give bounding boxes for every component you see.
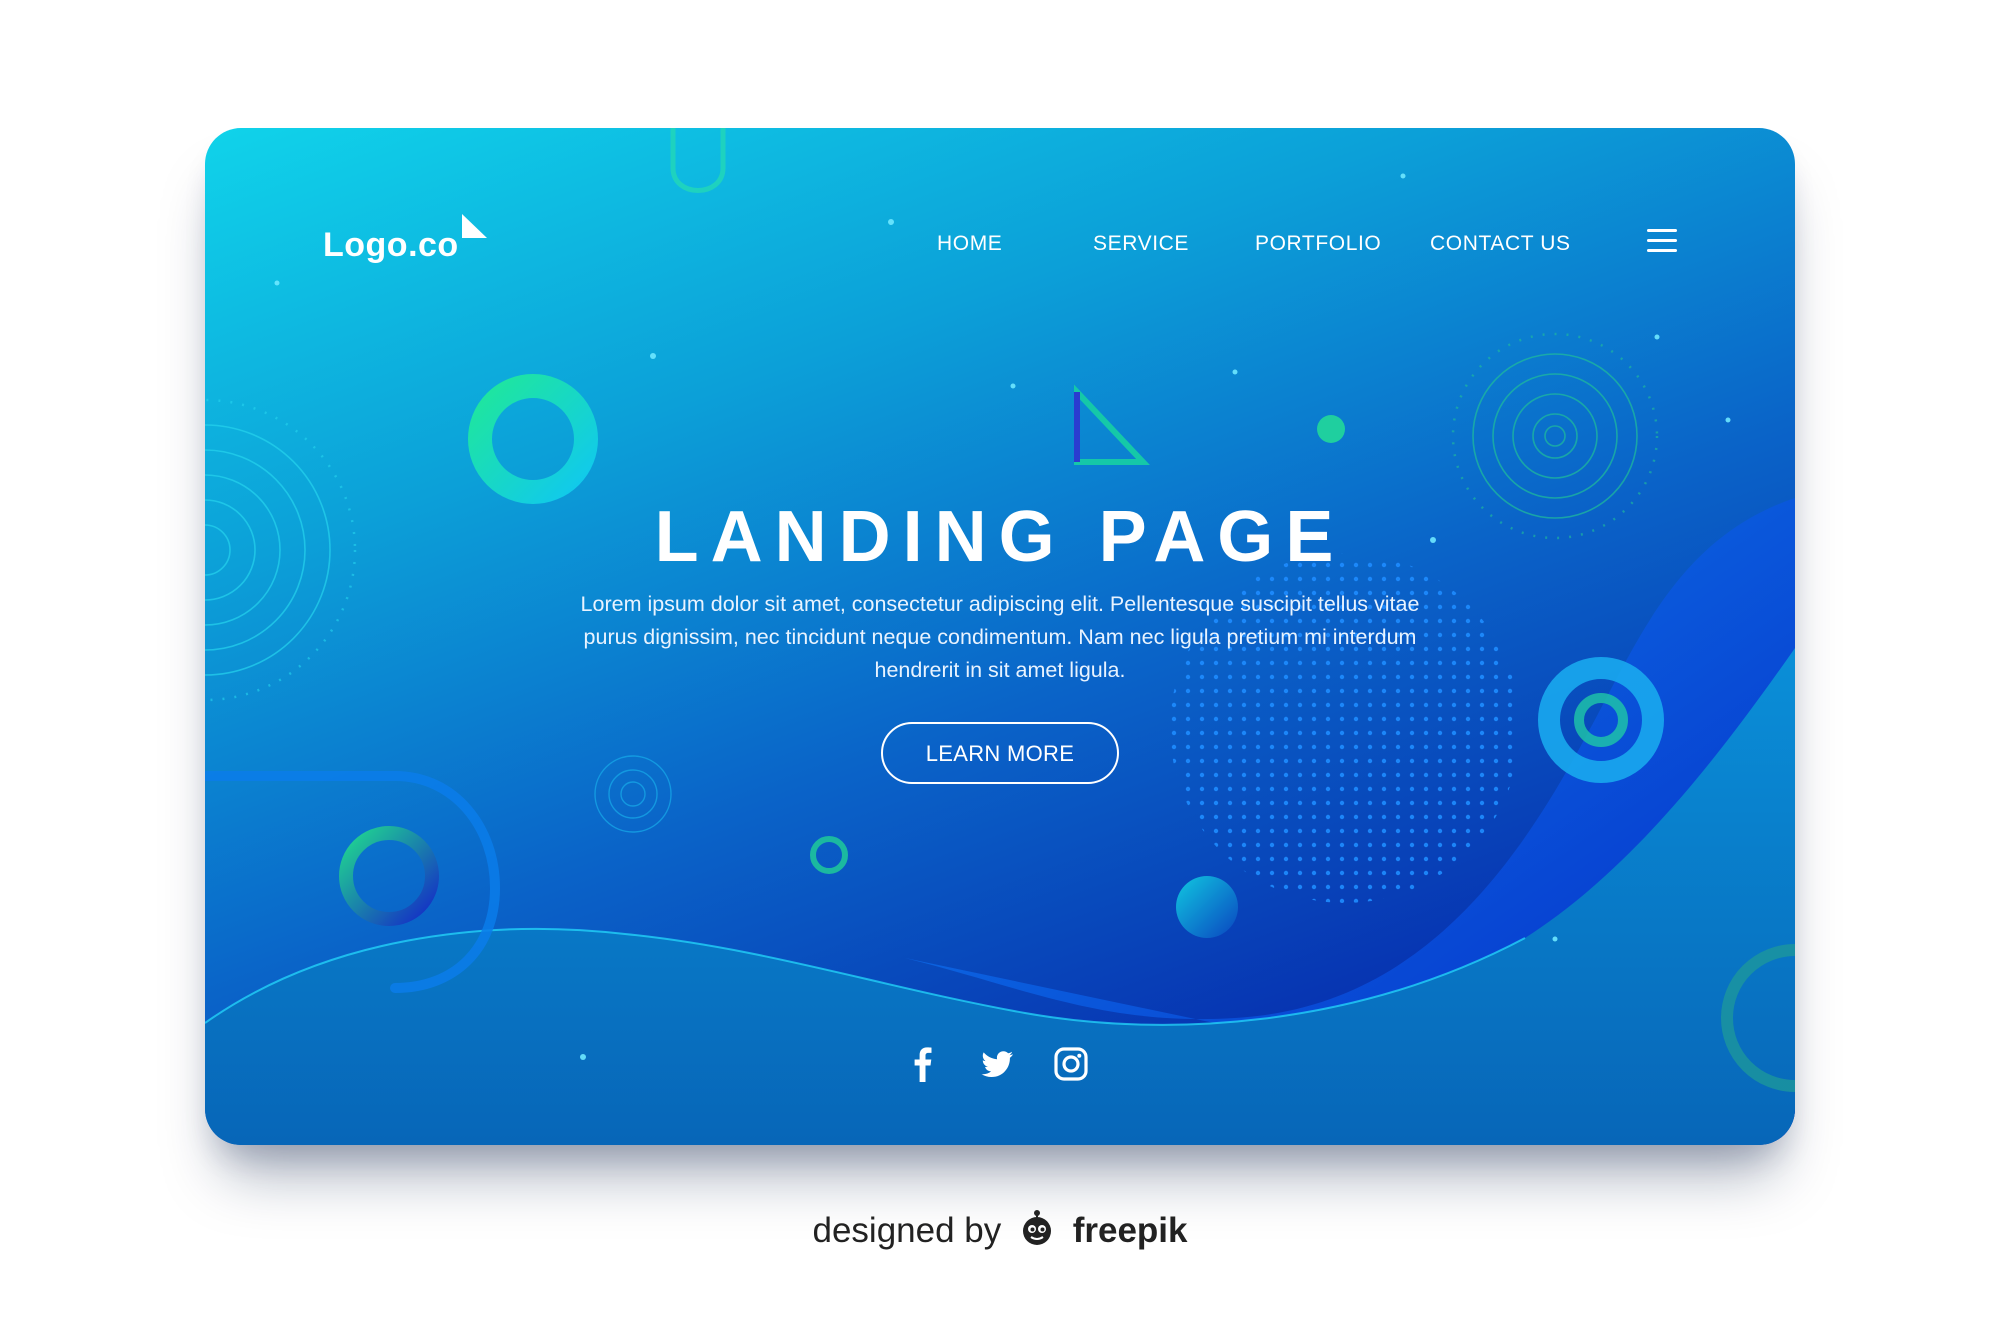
designer-credit: designed by freepik [0, 1208, 2000, 1251]
logo-triangle-icon [462, 214, 487, 238]
credit-prefix: designed by [812, 1211, 1002, 1250]
learn-more-button[interactable]: LEARN MORE [881, 722, 1119, 784]
hero-description: Lorem ipsum dolor sit amet, consectetur … [580, 592, 1420, 682]
twitter-icon[interactable] [977, 1044, 1017, 1084]
nav-service[interactable]: SERVICE [1093, 232, 1189, 256]
nav-home[interactable]: HOME [937, 232, 1002, 256]
page: Logo.co HOME SERVICE PORTFOLIO CONTACT U… [0, 0, 2000, 1333]
credit-brand[interactable]: freepik [1073, 1211, 1188, 1250]
facebook-icon[interactable] [903, 1044, 943, 1084]
hamburger-menu-icon[interactable] [1645, 226, 1679, 256]
freepik-logo-icon [1022, 1210, 1051, 1245]
instagram-icon[interactable] [1051, 1044, 1091, 1084]
landing-page-card: Logo.co HOME SERVICE PORTFOLIO CONTACT U… [205, 128, 1795, 1145]
nav-portfolio[interactable]: PORTFOLIO [1255, 232, 1381, 256]
logo[interactable]: Logo.co [323, 226, 459, 265]
nav-contact-us[interactable]: CONTACT US [1430, 232, 1571, 256]
hero-title: LANDING PAGE [654, 497, 1346, 577]
